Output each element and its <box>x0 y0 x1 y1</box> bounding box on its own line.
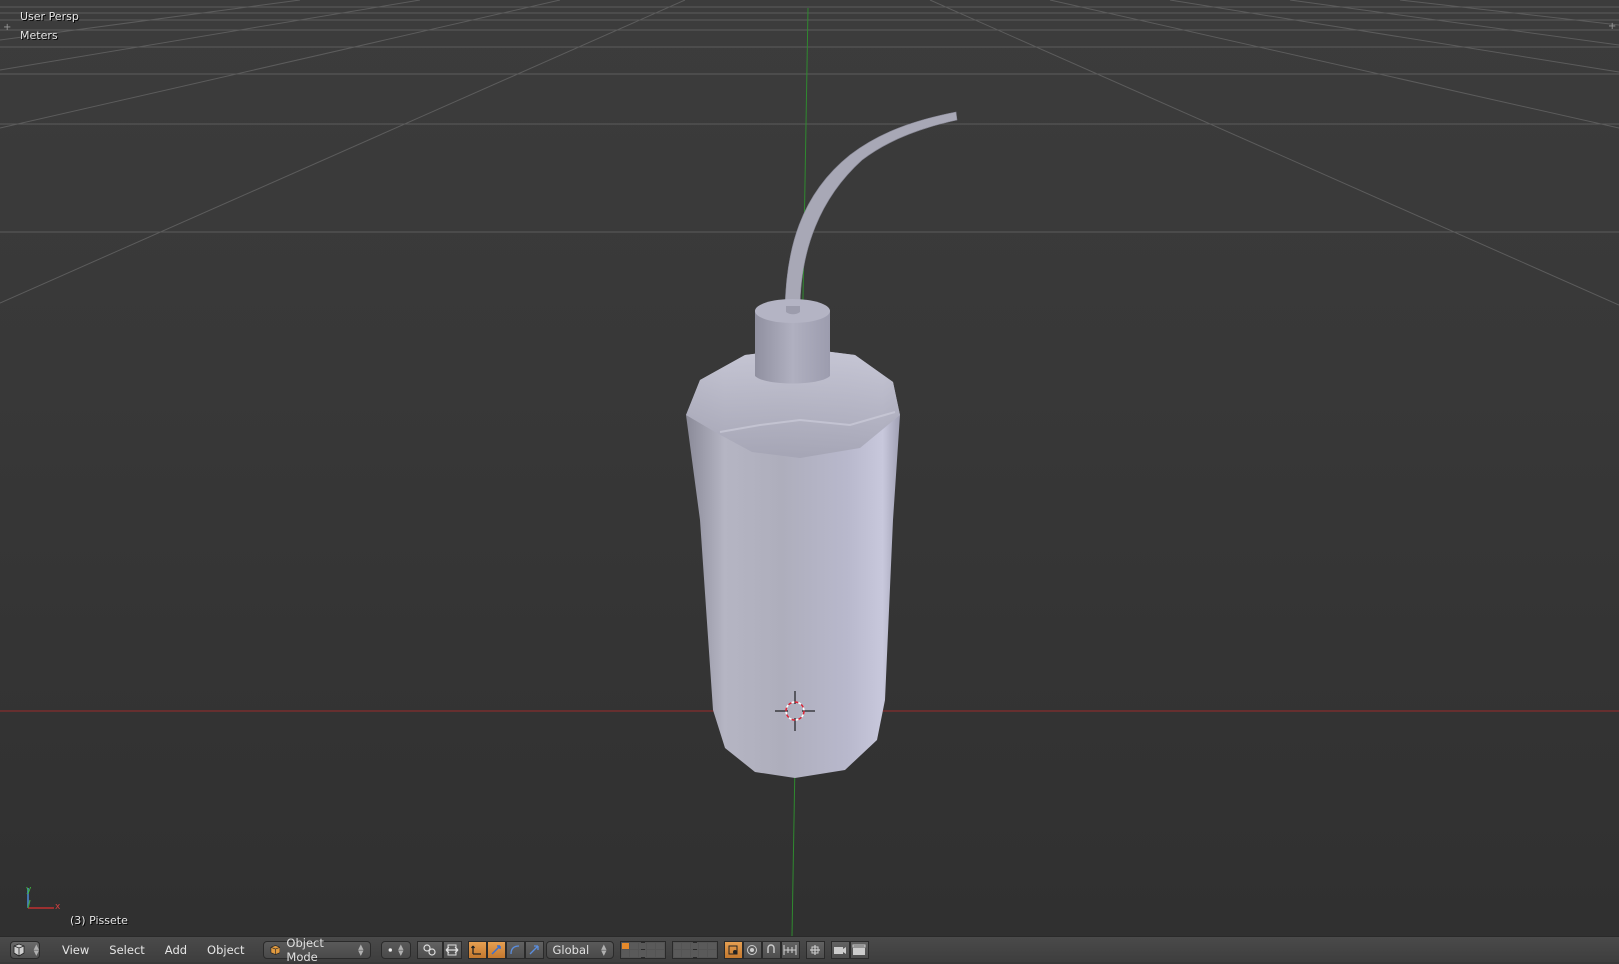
pivot-point-button[interactable] <box>416 940 443 959</box>
menu-object[interactable]: Object <box>197 941 254 959</box>
layer-grid-left[interactable] <box>619 940 666 959</box>
manipulator-toggle-button[interactable] <box>442 940 462 959</box>
transform-orientation-label: Global <box>552 942 590 957</box>
bottle-model <box>686 111 958 778</box>
lock-camera-button[interactable] <box>723 940 743 959</box>
snap-icon <box>767 943 775 953</box>
axis-gizmo-y-label: y <box>26 885 32 895</box>
dropdown-arrows-icon: ▲ ▼ <box>33 942 39 957</box>
3d-viewport[interactable]: + + User Persp Meters y x (3) Pissete <box>0 0 1619 936</box>
snap-button[interactable] <box>761 940 781 959</box>
proportional-editing-icon <box>747 944 758 955</box>
scale-manipulator-button[interactable] <box>505 940 525 959</box>
viewport-shading-dropdown[interactable]: ▲ ▼ <box>380 940 411 959</box>
render-opengl-button[interactable] <box>830 940 850 959</box>
dropdown-arrows-icon: ▲ ▼ <box>358 942 364 957</box>
solid-sphere-icon <box>387 947 392 952</box>
camera-icon <box>834 946 847 954</box>
object-mode-icon <box>270 944 280 955</box>
scale-icon <box>529 944 539 954</box>
dropdown-arrows-icon: ▲ ▼ <box>398 942 404 957</box>
proportional-editing-button[interactable] <box>742 940 762 959</box>
axis-gizmo-x-label: x <box>55 902 60 912</box>
translate-icon <box>471 945 482 955</box>
snap-increment-icon <box>783 944 797 955</box>
lock-icon <box>728 945 738 954</box>
viewport-header: ▲ ▼ View Select Add Object Object Mode ▲ ▼… <box>0 936 1619 964</box>
editor-type-button[interactable]: ▲ ▼ <box>10 940 40 959</box>
snap-target-button[interactable] <box>805 940 825 959</box>
3d-view-icon <box>13 943 25 956</box>
bottle-nozzle <box>784 111 958 311</box>
rotate-icon <box>491 944 501 955</box>
snap-element-button[interactable] <box>780 940 800 959</box>
menu-view[interactable]: View <box>52 941 99 959</box>
translate-manipulator-button[interactable] <box>467 940 487 959</box>
grid-floor <box>0 0 1619 306</box>
axis-gizmo-icon: y x <box>26 885 60 912</box>
menu-select[interactable]: Select <box>99 941 154 959</box>
manipulator-icon <box>445 944 459 955</box>
menu-add[interactable]: Add <box>155 941 197 959</box>
corner-plus-left-icon[interactable]: + <box>3 23 11 33</box>
layer-grid-right[interactable] <box>671 940 718 959</box>
mode-dropdown[interactable]: Object Mode ▲ ▼ <box>262 936 371 964</box>
corner-plus-right-icon[interactable]: + <box>1608 22 1616 32</box>
render-animation-button[interactable] <box>849 940 869 959</box>
snap-target-icon <box>810 944 821 955</box>
dropdown-arrows-icon: ▲ ▼ <box>601 942 607 957</box>
arc-icon <box>510 944 520 954</box>
rotate-manipulator-button[interactable] <box>486 940 506 959</box>
pivot-point-icon <box>422 943 436 956</box>
view-name-label: User Persp <box>20 10 79 23</box>
clapperboard-icon <box>852 944 866 955</box>
mode-dropdown-label: Object Mode <box>286 935 324 964</box>
scale-icon-button[interactable] <box>524 940 544 959</box>
unit-label: Meters <box>20 29 58 42</box>
transform-orientation-dropdown[interactable]: Global ▲ ▼ <box>545 940 614 959</box>
active-object-label: (3) Pissete <box>70 914 128 927</box>
scene-canvas[interactable] <box>0 0 1619 936</box>
